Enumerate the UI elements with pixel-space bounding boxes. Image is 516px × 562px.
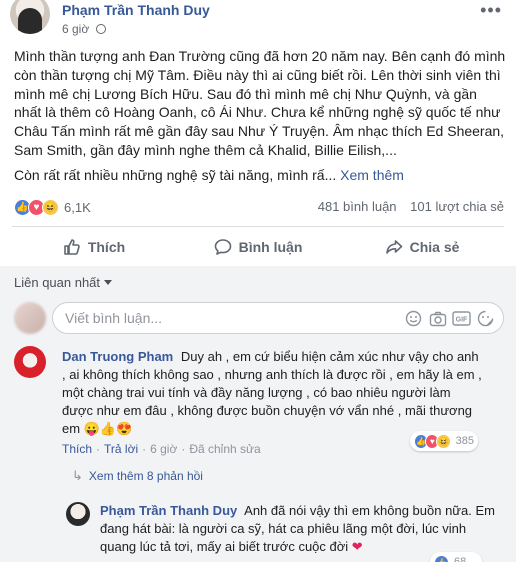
comment-input-box[interactable]: GIF: [52, 302, 504, 334]
like-reaction-icon: 👍: [434, 554, 449, 562]
comment-input[interactable]: [65, 310, 365, 326]
post-time[interactable]: 6 giờ: [62, 22, 106, 36]
comment-sort-label: Liên quan nhất: [14, 275, 101, 290]
comment-emoji: 😛👍😍: [83, 421, 133, 436]
current-user-avatar: [14, 302, 46, 334]
share-button-label: Chia sẻ: [409, 239, 460, 255]
post-action-bar: Thích Bình luận Chia sẻ: [12, 227, 504, 267]
post-body: Mình thần tượng anh Đan Trường cũng đã h…: [14, 47, 508, 185]
reply-author[interactable]: Phạm Trần Thanh Duy: [100, 503, 237, 518]
post-author-name[interactable]: Phạm Trần Thanh Duy: [62, 2, 210, 18]
author-avatar[interactable]: [10, 0, 50, 34]
reply-reaction-number: 68: [454, 556, 467, 562]
caret-down-icon: [104, 280, 113, 285]
share-button[interactable]: Chia sẻ: [340, 227, 504, 267]
comment-reaction-count[interactable]: 👍 ♥ 😆 385: [410, 431, 478, 451]
reply-bubble: Phạm Trần Thanh Duy Anh đã nói vậy thì e…: [100, 502, 502, 556]
post-paragraph-2: Còn rất rất nhiều những nghệ sỹ tài năng…: [14, 166, 508, 185]
see-more-link[interactable]: Xem thêm: [340, 167, 404, 183]
comments-count[interactable]: 481 bình luận: [318, 199, 397, 214]
comment-reply-link[interactable]: Trả lời: [104, 442, 138, 456]
heart-icon: ❤: [351, 539, 363, 554]
thumbs-up-icon: [64, 239, 80, 255]
commenter-avatar[interactable]: [14, 346, 46, 378]
like-button[interactable]: Thích: [12, 227, 176, 267]
more-options-icon[interactable]: •••: [480, 0, 502, 21]
comment-input-icons: GIF: [404, 309, 495, 328]
comment-edited-label[interactable]: Đã chỉnh sửa: [189, 442, 260, 456]
comment-time[interactable]: 6 giờ: [150, 442, 177, 456]
view-more-replies-label: Xem thêm 8 phản hồi: [88, 469, 203, 483]
comment-actions: Thích · Trả lời · 6 giờ · Đã chỉnh sửa: [62, 442, 261, 456]
view-more-replies[interactable]: ↳ Xem thêm 8 phản hồi: [72, 468, 203, 484]
post-header: Phạm Trần Thanh Duy 6 giờ •••: [0, 0, 516, 40]
like-button-label: Thích: [87, 239, 126, 255]
comment-bubble: Dan Truong Pham Duy ah , em cứ biểu hiện…: [62, 348, 482, 438]
haha-reaction-icon: 😆: [42, 198, 59, 216]
comment-reaction-number: 385: [455, 435, 475, 447]
reaction-summary[interactable]: 👍 ♥ 😆 6,1K: [14, 197, 91, 217]
gif-icon[interactable]: GIF: [452, 309, 471, 328]
comment-sort-dropdown[interactable]: Liên quan nhất: [14, 275, 113, 290]
emoji-icon[interactable]: [404, 309, 423, 328]
shares-count[interactable]: 101 lượt chia sẻ: [410, 199, 504, 214]
post-paragraph-2-text: Còn rất rất nhiều những nghệ sỹ tài năng…: [14, 166, 337, 183]
camera-icon[interactable]: [428, 309, 447, 328]
haha-reaction-icon: 😆: [436, 433, 451, 449]
post-stats: 481 bình luận 101 lượt chia sẻ: [318, 199, 504, 214]
svg-text:GIF: GIF: [456, 317, 468, 324]
comment-author[interactable]: Dan Truong Pham: [62, 349, 173, 364]
share-icon: [385, 240, 402, 254]
post-paragraph-1: Mình thần tượng anh Đan Trường cũng đã h…: [14, 48, 506, 158]
reply-arrow-icon: ↳: [72, 468, 83, 483]
globe-icon: [95, 24, 106, 34]
comment-like-link[interactable]: Thích: [62, 442, 92, 456]
post-time-label[interactable]: 6 giờ: [62, 22, 89, 36]
sticker-icon[interactable]: [476, 309, 495, 328]
comment-button[interactable]: Bình luận: [176, 227, 340, 267]
comment-icon: [214, 239, 231, 255]
comment-button-label: Bình luận: [238, 239, 303, 255]
reply-reaction-count[interactable]: 👍 68: [430, 552, 482, 562]
reaction-count[interactable]: 6,1K: [64, 200, 91, 215]
comments-section: Liên quan nhất GIF Dan Truong Pham Duy a…: [0, 266, 516, 562]
reply-author-avatar[interactable]: [66, 502, 90, 526]
